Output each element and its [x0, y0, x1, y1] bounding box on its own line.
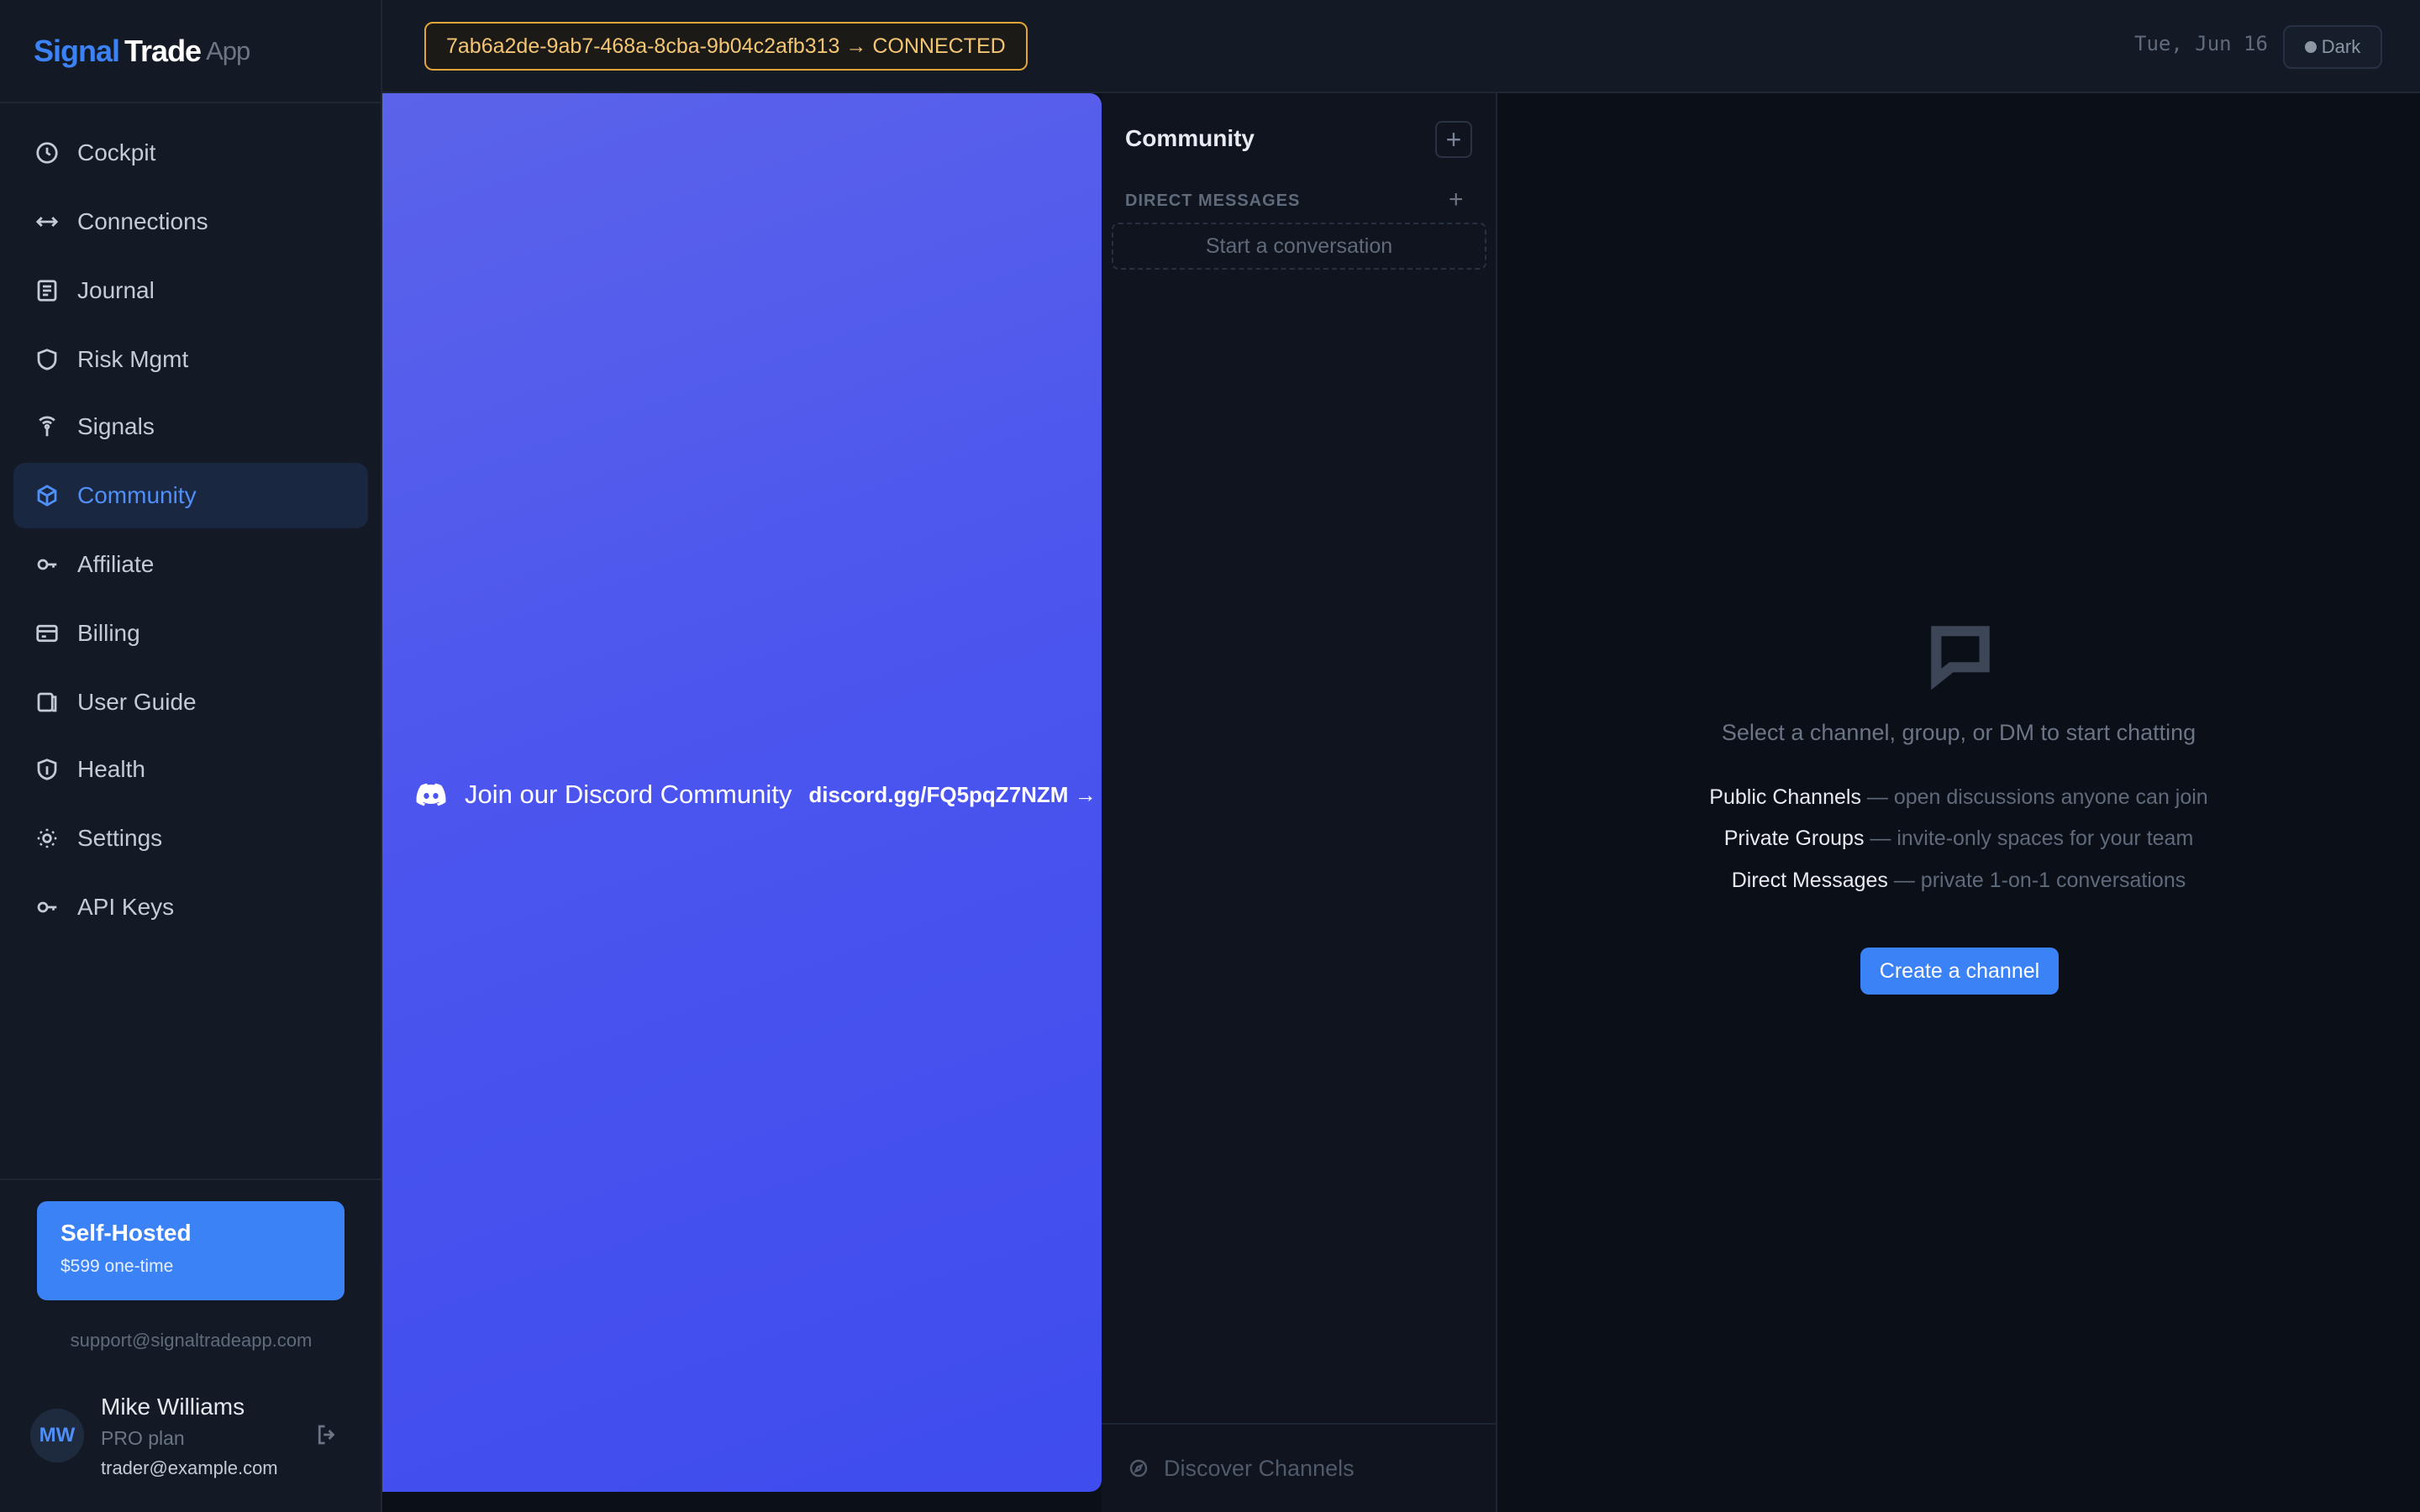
- feature-public-channels: Public Channels — open discussions anyon…: [1497, 785, 2420, 810]
- sidebar-item-label: Journal: [77, 277, 155, 303]
- top-bar: 7ab6a2de-9ab7-468a-8cba-9b04c2afb313 → C…: [382, 0, 2420, 93]
- sidebar-item-cockpit[interactable]: Cockpit: [13, 120, 368, 186]
- arrows-horizontal-icon: [34, 208, 60, 235]
- add-channel-button[interactable]: +: [1435, 121, 1472, 158]
- sidebar-item-signals[interactable]: Signals: [13, 394, 368, 459]
- promo-title: Self-Hosted: [60, 1220, 192, 1246]
- discover-channels-button[interactable]: Discover Channels: [1102, 1423, 1496, 1512]
- theme-toggle-button[interactable]: Dark: [2283, 25, 2382, 69]
- journal-icon: [34, 277, 60, 304]
- empty-state-message: Select a channel, group, or DM to start …: [1721, 720, 2196, 745]
- shield-icon: [34, 346, 60, 373]
- feature-name: Public Channels: [1709, 785, 1861, 809]
- sidebar-item-label: Connections: [77, 208, 208, 234]
- book-icon: [34, 689, 60, 716]
- user-plan: PRO plan: [101, 1427, 185, 1449]
- sidebar-item-settings[interactable]: Settings: [13, 806, 368, 871]
- sidebar-item-community[interactable]: Community: [13, 463, 368, 528]
- discord-icon: [416, 783, 446, 806]
- discord-banner[interactable]: Join our Discord Community discord.gg/FQ…: [382, 93, 1102, 1492]
- feature-desc: — private 1-on-1 conversations: [1887, 869, 2186, 892]
- sidebar-item-label: API Keys: [77, 894, 175, 920]
- feature-name: Private Groups: [1723, 827, 1865, 850]
- plus-icon: +: [1449, 186, 1464, 213]
- feature-name: Direct Messages: [1731, 869, 1888, 892]
- discord-title: Join our Discord Community: [465, 780, 792, 809]
- sidebar-item-health[interactable]: Health: [13, 737, 368, 802]
- feature-desc: — invite-only spaces for your team: [1864, 827, 2194, 850]
- support-email-link[interactable]: support@signaltradeapp.com: [0, 1330, 382, 1352]
- brand-app: App: [206, 35, 250, 66]
- chat-bubble-icon: [1924, 619, 1996, 691]
- sidebar-item-label: Health: [77, 756, 145, 782]
- brand-signal: Signal: [34, 33, 120, 68]
- sidebar-item-label: Cockpit: [77, 139, 156, 165]
- sidebar-item-label: Affiliate: [77, 551, 155, 577]
- logout-icon[interactable]: [314, 1422, 339, 1447]
- broadcast-icon: [34, 413, 60, 440]
- self-hosted-promo[interactable]: Self-Hosted $599 one-time: [37, 1201, 345, 1300]
- credit-card-icon: [34, 620, 60, 647]
- plus-icon: +: [1445, 123, 1462, 155]
- chat-main-area: Select a channel, group, or DM to start …: [1497, 93, 2420, 1512]
- heart-shield-icon: [34, 756, 60, 783]
- feature-desc: — open discussions anyone can join: [1860, 785, 2208, 809]
- channel-list-panel: Community + DIRECT MESSAGES + Start a co…: [1102, 93, 1497, 1512]
- user-card: MW Mike Williams PRO plan trader@example…: [29, 1390, 356, 1491]
- sidebar-item-label: Risk Mgmt: [77, 346, 189, 372]
- sidebar-item-connections[interactable]: Connections: [13, 189, 368, 255]
- current-date: Tue, Jun 16: [2134, 32, 2268, 55]
- sidebar-item-api-keys[interactable]: API Keys: [13, 874, 368, 940]
- new-dm-button[interactable]: +: [1449, 186, 1464, 214]
- discord-row: Join our Discord Community discord.gg/FQ…: [414, 778, 1097, 811]
- sidebar-item-billing[interactable]: Billing: [13, 601, 368, 666]
- panel-title: Community: [1125, 125, 1255, 151]
- feature-direct-messages: Direct Messages — private 1-on-1 convers…: [1497, 869, 2420, 893]
- user-name: Mike Williams: [101, 1394, 245, 1420]
- sidebar-item-label: Signals: [77, 413, 155, 439]
- sidebar-item-journal[interactable]: Journal: [13, 258, 368, 323]
- promo-price: $599 one-time: [60, 1257, 174, 1276]
- theme-label: Dark: [2321, 36, 2361, 57]
- gear-icon: [34, 825, 60, 852]
- discover-label: Discover Channels: [1164, 1455, 1355, 1481]
- sidebar-item-risk-mgmt[interactable]: Risk Mgmt: [13, 327, 368, 392]
- sidebar-item-user-guide[interactable]: User Guide: [13, 669, 368, 735]
- feature-private-groups: Private Groups — invite-only spaces for …: [1497, 827, 2420, 851]
- sidebar: Signal Trade App Cockpit Connections Jou…: [0, 0, 382, 1512]
- direct-messages-label: DIRECT MESSAGES: [1125, 192, 1301, 210]
- sidebar-item-label: User Guide: [77, 689, 197, 715]
- clock-icon: [34, 139, 60, 166]
- cube-icon: [34, 482, 60, 509]
- compass-icon: [1129, 1459, 1148, 1478]
- sidebar-item-label: Settings: [77, 825, 163, 851]
- theme-dot-icon: [2304, 41, 2317, 53]
- connection-status-badge[interactable]: 7ab6a2de-9ab7-468a-8cba-9b04c2afb313 → C…: [424, 22, 1028, 71]
- sidebar-item-affiliate[interactable]: Affiliate: [13, 532, 368, 597]
- sidebar-footer: Self-Hosted $599 one-time support@signal…: [0, 1179, 382, 1512]
- avatar[interactable]: MW: [30, 1409, 84, 1462]
- sidebar-item-label: Billing: [77, 620, 140, 646]
- brand-trade: Trade: [124, 33, 202, 68]
- key-icon: [34, 551, 60, 578]
- user-email: trader@example.com: [101, 1457, 278, 1478]
- key-icon: [34, 894, 60, 921]
- create-channel-button[interactable]: Create a channel: [1860, 948, 2059, 995]
- brand-logo[interactable]: Signal Trade App: [0, 0, 381, 103]
- start-conversation-button[interactable]: Start a conversation: [1112, 223, 1486, 270]
- sidebar-item-label: Community: [77, 482, 197, 508]
- discord-invite-link[interactable]: discord.gg/FQ5pqZ7NZM →: [808, 782, 1096, 808]
